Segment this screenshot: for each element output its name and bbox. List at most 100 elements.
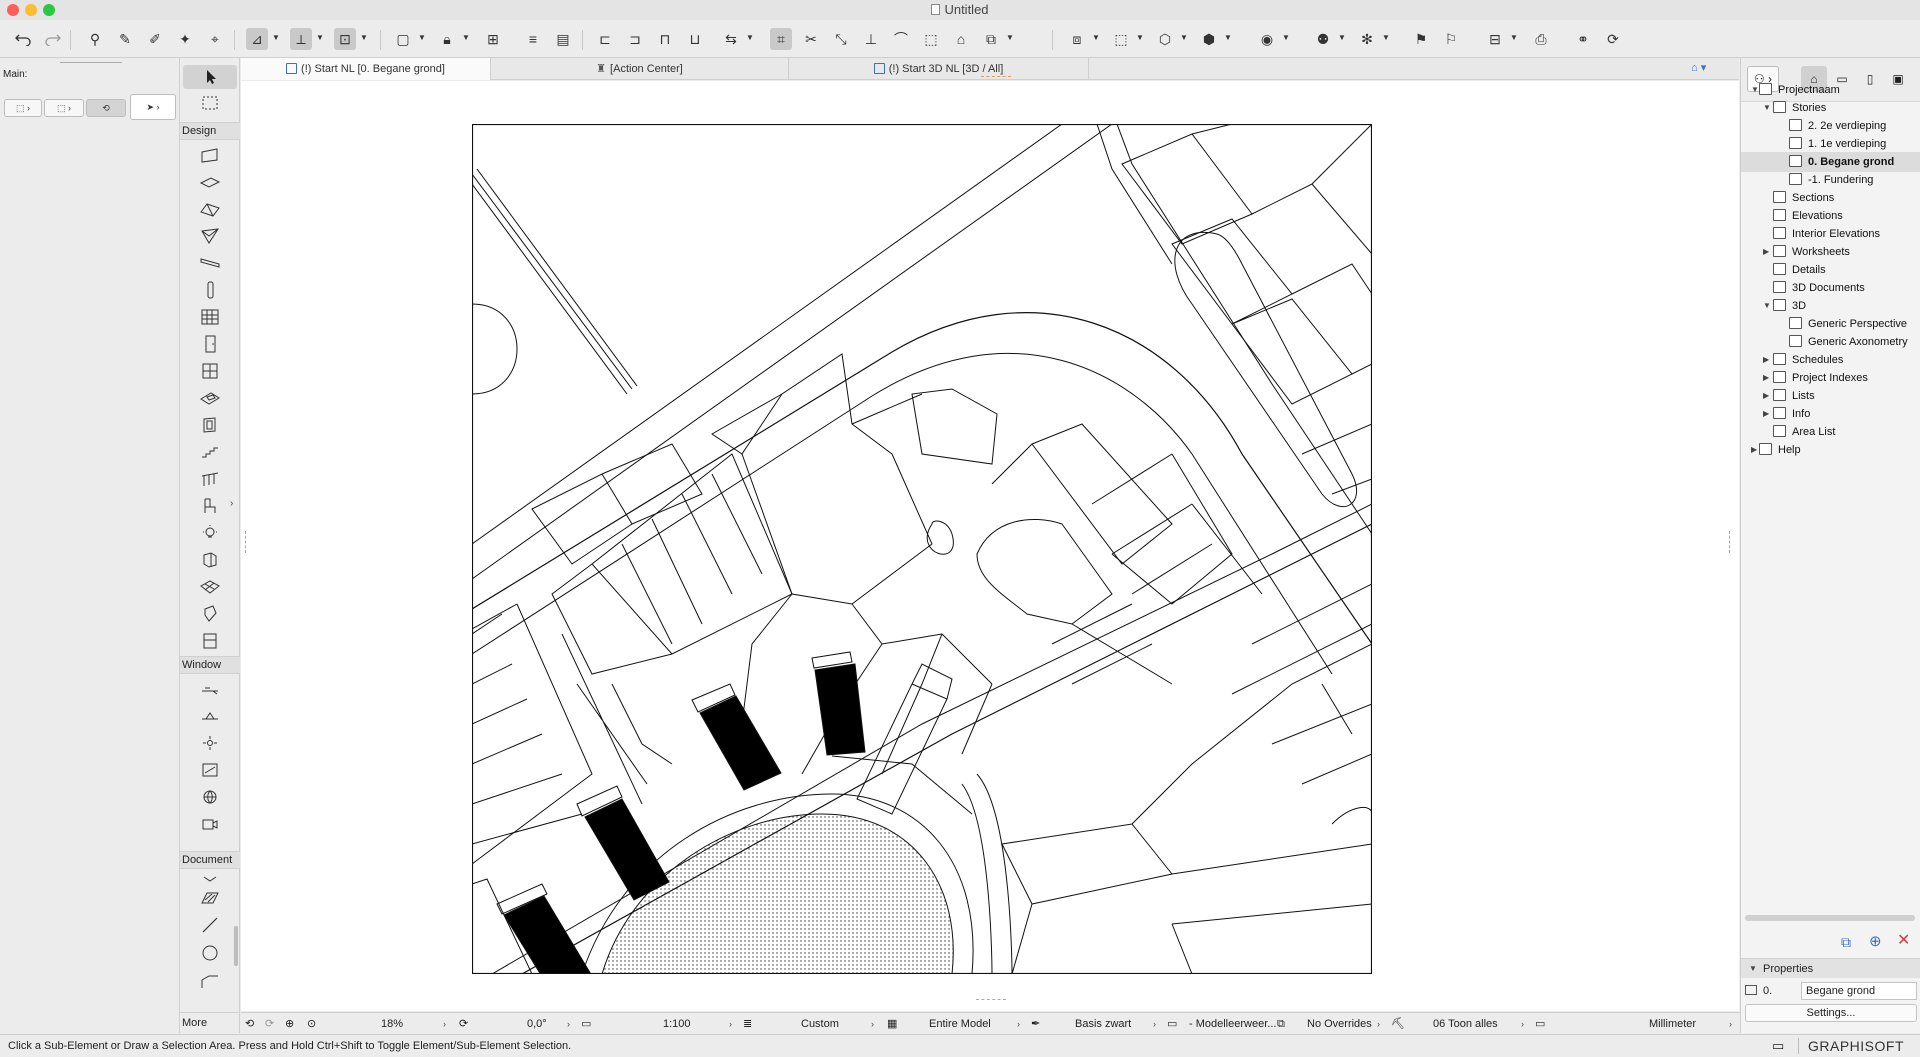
- nav-generic-axonometry[interactable]: Generic Axonometry: [1789, 332, 1908, 352]
- settings-button[interactable]: Settings...: [1745, 1004, 1917, 1022]
- lamp-tool[interactable]: [183, 521, 237, 545]
- nav-story-1[interactable]: 1. 1e verdieping: [1789, 134, 1886, 154]
- globe-icon[interactable]: ◉: [1256, 28, 1278, 50]
- corner-window-tool[interactable]: [183, 677, 237, 701]
- panel-grip[interactable]: [60, 62, 122, 63]
- layer-combination-value[interactable]: Custom: [801, 1013, 839, 1035]
- door-tool[interactable]: [183, 332, 237, 356]
- teamwork-icon[interactable]: ⚉: [1312, 28, 1334, 50]
- bimx-icon[interactable]: ✻: [1356, 28, 1378, 50]
- nav-generic-perspective[interactable]: Generic Perspective: [1789, 314, 1907, 334]
- pen-set-value[interactable]: Basis zwart: [1075, 1013, 1131, 1035]
- curtain-wall-tool[interactable]: [183, 305, 237, 329]
- nav-3d-documents[interactable]: 3D Documents: [1773, 278, 1865, 298]
- chevron-right-icon[interactable]: ›: [871, 1013, 874, 1035]
- chevron-down-icon[interactable]: ▼: [1282, 31, 1290, 45]
- chevron-down-icon[interactable]: ▼: [360, 31, 368, 45]
- renovation-filter-value[interactable]: 06 Toon alles: [1433, 1013, 1498, 1035]
- collapse-arrow-icon[interactable]: ▼: [1763, 296, 1771, 316]
- chevron-down-icon[interactable]: ▼: [1180, 31, 1188, 45]
- intersect-icon[interactable]: ✂: [800, 28, 822, 50]
- model-view-value[interactable]: Entire Model: [929, 1013, 991, 1035]
- display-order-icon[interactable]: ▢: [392, 28, 414, 50]
- wall-end-tool[interactable]: [183, 731, 237, 755]
- link-icon[interactable]: ⚭: [1572, 28, 1594, 50]
- guide-lines-icon[interactable]: ⟂: [290, 28, 312, 50]
- split-icon[interactable]: ⌗: [770, 28, 792, 50]
- issue-manager-icon[interactable]: ⚐: [1440, 28, 1462, 50]
- chevron-down-icon[interactable]: ▼: [272, 31, 280, 45]
- roof-trim-icon[interactable]: ⌂: [950, 28, 972, 50]
- nav-worksheets[interactable]: Worksheets: [1773, 242, 1850, 262]
- window-tool[interactable]: [183, 359, 237, 383]
- quick-selection-button[interactable]: ⟲: [86, 99, 126, 117]
- roof-tool[interactable]: [183, 197, 237, 221]
- trim-icon[interactable]: ⊥: [860, 28, 882, 50]
- zoom-window-button[interactable]: [43, 4, 55, 16]
- arrow-tool[interactable]: [183, 65, 237, 89]
- publisher-sets-icon[interactable]: ▣: [1885, 66, 1911, 92]
- minimize-window-button[interactable]: [25, 4, 37, 16]
- layout-book-icon[interactable]: ▯: [1857, 66, 1883, 92]
- line-tool[interactable]: [183, 913, 237, 937]
- marquee-tool[interactable]: [183, 91, 237, 115]
- align-icon[interactable]: ⊏: [594, 28, 616, 50]
- nav-project[interactable]: Projectnaam: [1759, 80, 1840, 100]
- nav-help[interactable]: Help: [1759, 440, 1801, 460]
- chevron-down-icon[interactable]: ▼: [1092, 31, 1100, 45]
- new-viewpoint-icon[interactable]: ⧉: [1841, 934, 1851, 951]
- snap-guides-icon[interactable]: ⊿: [246, 28, 268, 50]
- snap-points-icon[interactable]: ⊡: [334, 28, 356, 50]
- chevron-down-icon[interactable]: ▼: [1224, 31, 1232, 45]
- zoom-in-icon[interactable]: ⊕: [285, 1013, 294, 1035]
- 3d-cutaway-icon[interactable]: ⬢: [1198, 28, 1220, 50]
- mesh-tool[interactable]: [183, 575, 237, 599]
- navigator-scrollbar[interactable]: [1745, 915, 1915, 921]
- floor-plan-canvas[interactable]: [241, 81, 1739, 1011]
- elevation-dimension-icon[interactable]: ⊞: [482, 28, 504, 50]
- chevron-down-icon[interactable]: ▼: [418, 31, 426, 45]
- split-handle-left[interactable]: [245, 531, 246, 553]
- nav-3d[interactable]: 3D: [1773, 296, 1806, 316]
- dimension-unit-value[interactable]: Millimeter: [1649, 1013, 1696, 1035]
- chevron-down-icon[interactable]: ▼: [1006, 31, 1014, 45]
- selection-box-icon[interactable]: ⬚: [1110, 28, 1132, 50]
- flag-icon[interactable]: ⚑: [1410, 28, 1432, 50]
- nav-project-indexes[interactable]: Project Indexes: [1773, 368, 1868, 388]
- slab-tool[interactable]: [183, 170, 237, 194]
- object-tool[interactable]: [183, 494, 237, 518]
- marquee-method-button[interactable]: ⬚ ›: [44, 99, 84, 117]
- morph-tool[interactable]: [183, 602, 237, 626]
- nav-info[interactable]: Info: [1773, 404, 1810, 424]
- skylight-tool[interactable]: [183, 386, 237, 410]
- undo-icon[interactable]: [12, 28, 34, 50]
- resize-icon[interactable]: ⬚: [920, 28, 942, 50]
- expand-arrow-icon[interactable]: ▶: [1763, 386, 1769, 406]
- circle-tool[interactable]: [183, 941, 237, 965]
- arrow-mode-button[interactable]: ➤ ›: [130, 94, 176, 120]
- chevron-right-icon[interactable]: ›: [1017, 1013, 1020, 1035]
- print-icon[interactable]: ⎙: [1530, 28, 1552, 50]
- nav-schedules[interactable]: Schedules: [1773, 350, 1843, 370]
- back-icon[interactable]: ⟲: [245, 1013, 254, 1035]
- tab-action-center[interactable]: ♜ [Action Center]: [491, 58, 789, 80]
- nav-details[interactable]: Details: [1773, 260, 1826, 280]
- lock-icon[interactable]: 🔒︎: [436, 28, 458, 50]
- chevron-right-icon[interactable]: ›: [1153, 1013, 1156, 1035]
- nav-story-2[interactable]: 2. 2e verdieping: [1789, 116, 1886, 136]
- mirror-icon[interactable]: ⇆: [720, 28, 742, 50]
- ungroup-icon[interactable]: ⊔: [684, 28, 706, 50]
- delete-icon[interactable]: ✕: [1897, 930, 1910, 950]
- story-name-field[interactable]: Begane grond: [1801, 982, 1917, 1000]
- document-section-header[interactable]: Document: [180, 851, 240, 869]
- fit-in-window-icon[interactable]: ⊙: [307, 1013, 316, 1035]
- tab-3d-view[interactable]: (!) Start 3D NL [3D / All]: [789, 58, 1089, 80]
- orbit-icon[interactable]: ⬡: [1154, 28, 1176, 50]
- split-handle-top[interactable]: [981, 76, 1011, 77]
- shell-tool[interactable]: [183, 224, 237, 248]
- design-section-header[interactable]: Design: [180, 122, 240, 140]
- angle-value[interactable]: 0,0°: [527, 1013, 547, 1035]
- wall-tool[interactable]: [183, 143, 237, 167]
- nav-lists[interactable]: Lists: [1773, 386, 1815, 406]
- window-section-header[interactable]: Window: [180, 656, 240, 674]
